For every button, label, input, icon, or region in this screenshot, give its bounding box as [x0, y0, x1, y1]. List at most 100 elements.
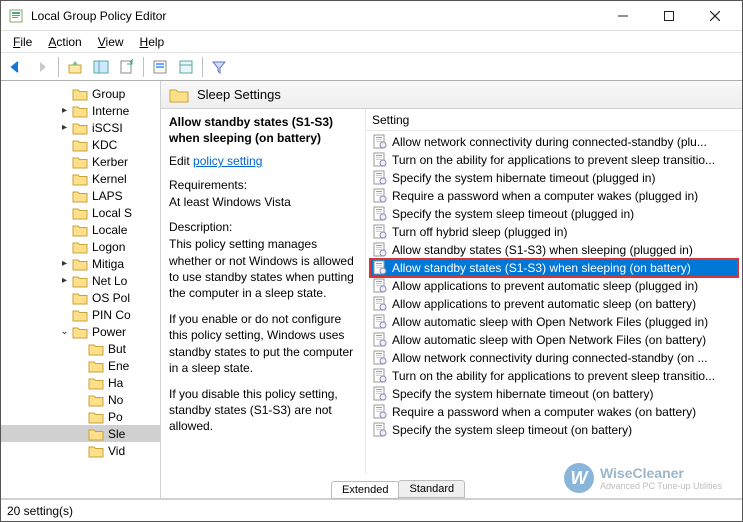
expander-icon[interactable]	[59, 241, 70, 252]
setting-row[interactable]: Require a password when a computer wakes…	[370, 187, 738, 205]
menu-help[interactable]: Help	[132, 33, 173, 51]
setting-row[interactable]: Allow standby states (S1-S3) when sleepi…	[370, 241, 738, 259]
folder-icon	[88, 342, 104, 356]
setting-row[interactable]: Specify the system sleep timeout (plugge…	[370, 205, 738, 223]
setting-row[interactable]: Allow applications to prevent automatic …	[370, 295, 738, 313]
tree-item[interactable]: Po	[1, 408, 160, 425]
setting-row[interactable]: Allow standby states (S1-S3) when sleepi…	[370, 259, 738, 277]
setting-row[interactable]: Specify the system hibernate timeout (on…	[370, 385, 738, 403]
folder-icon	[72, 274, 88, 288]
tree-item-label: Locale	[92, 223, 127, 237]
tree-item[interactable]: Kernel	[1, 170, 160, 187]
menu-bar: File Action View Help	[1, 31, 742, 53]
expander-icon[interactable]	[59, 173, 70, 184]
export-button[interactable]	[115, 55, 139, 79]
setting-row[interactable]: Allow network connectivity during connec…	[370, 349, 738, 367]
close-button[interactable]	[692, 1, 738, 31]
edit-policy-link[interactable]: policy setting	[193, 154, 262, 168]
expander-icon[interactable]: ▸	[59, 275, 70, 286]
expander-icon[interactable]	[59, 190, 70, 201]
tree-item[interactable]: LAPS	[1, 187, 160, 204]
policy-icon	[372, 224, 388, 240]
expander-icon[interactable]	[59, 207, 70, 218]
setting-row[interactable]: Allow network connectivity during connec…	[370, 133, 738, 151]
folder-icon	[88, 393, 104, 407]
tab-standard[interactable]: Standard	[398, 480, 465, 498]
tree-item[interactable]: Group	[1, 85, 160, 102]
settings-list[interactable]: Allow network connectivity during connec…	[366, 131, 742, 474]
maximize-button[interactable]	[646, 1, 692, 31]
tree-item[interactable]: Logon	[1, 238, 160, 255]
tree-item[interactable]: Ha	[1, 374, 160, 391]
tree-item[interactable]: KDC	[1, 136, 160, 153]
setting-label: Allow automatic sleep with Open Network …	[392, 333, 706, 347]
expander-icon[interactable]: ⌄	[59, 326, 70, 337]
setting-label: Specify the system sleep timeout (plugge…	[392, 207, 634, 221]
tab-extended[interactable]: Extended	[331, 481, 399, 499]
filter-button[interactable]	[207, 55, 231, 79]
properties-button[interactable]	[174, 55, 198, 79]
tree-item[interactable]: Ene	[1, 357, 160, 374]
tree-item[interactable]: Local S	[1, 204, 160, 221]
tree-item[interactable]: No	[1, 391, 160, 408]
tree-item[interactable]: Locale	[1, 221, 160, 238]
expander-icon[interactable]: ▸	[59, 258, 70, 269]
tree-item-label: OS Pol	[92, 291, 130, 305]
setting-row[interactable]: Turn off hybrid sleep (plugged in)	[370, 223, 738, 241]
menu-action[interactable]: Action	[40, 33, 89, 51]
policy-icon	[372, 350, 388, 366]
show-hide-tree-button[interactable]	[89, 55, 113, 79]
setting-row[interactable]: Specify the system sleep timeout (on bat…	[370, 421, 738, 439]
tree-item-label: Local S	[92, 206, 132, 220]
forward-button[interactable]	[30, 55, 54, 79]
menu-view[interactable]: View	[90, 33, 132, 51]
tree-item[interactable]: Sle	[1, 425, 160, 442]
tree-item[interactable]: ▸iSCSI	[1, 119, 160, 136]
status-text: 20 setting(s)	[7, 504, 73, 518]
expander-icon[interactable]: ▸	[59, 122, 70, 133]
expander-icon[interactable]	[59, 156, 70, 167]
setting-row[interactable]: Allow automatic sleep with Open Network …	[370, 313, 738, 331]
details-pane: Sleep Settings Allow standby states (S1-…	[161, 81, 742, 498]
tree-item-label: PIN Co	[92, 308, 131, 322]
tree-item[interactable]: OS Pol	[1, 289, 160, 306]
tree-item[interactable]: Kerber	[1, 153, 160, 170]
folder-icon	[72, 172, 88, 186]
menu-file[interactable]: File	[5, 33, 40, 51]
folder-icon	[88, 376, 104, 390]
setting-row[interactable]: Require a password when a computer wakes…	[370, 403, 738, 421]
tree-item[interactable]: ▸Mitiga	[1, 255, 160, 272]
expander-icon[interactable]	[59, 139, 70, 150]
tree-item[interactable]: PIN Co	[1, 306, 160, 323]
refresh-button[interactable]	[148, 55, 172, 79]
setting-row[interactable]: Turn on the ability for applications to …	[370, 151, 738, 169]
requirements-label: Requirements:	[169, 178, 357, 192]
window-title: Local Group Policy Editor	[31, 9, 600, 23]
tree-item-label: Po	[108, 410, 123, 424]
setting-row[interactable]: Allow automatic sleep with Open Network …	[370, 331, 738, 349]
back-button[interactable]	[4, 55, 28, 79]
settings-column-header[interactable]: Setting	[366, 109, 742, 131]
expander-icon[interactable]	[59, 292, 70, 303]
setting-label: Allow network connectivity during connec…	[392, 135, 707, 149]
tree-item[interactable]: ▸Net Lo	[1, 272, 160, 289]
folder-icon	[88, 427, 104, 441]
folder-icon	[72, 291, 88, 305]
tree-item[interactable]: Vid	[1, 442, 160, 459]
policy-icon	[372, 296, 388, 312]
up-button[interactable]	[63, 55, 87, 79]
expander-icon[interactable]: ▸	[59, 105, 70, 116]
minimize-button[interactable]	[600, 1, 646, 31]
tree-item[interactable]: ⌄Power	[1, 323, 160, 340]
expander-icon[interactable]	[59, 88, 70, 99]
expander-icon[interactable]	[59, 224, 70, 235]
tree-item[interactable]: ▸Interne	[1, 102, 160, 119]
setting-row[interactable]: Allow applications to prevent automatic …	[370, 277, 738, 295]
tree-item[interactable]: But	[1, 340, 160, 357]
setting-row[interactable]: Specify the system hibernate timeout (pl…	[370, 169, 738, 187]
expander-icon[interactable]	[59, 309, 70, 320]
app-icon	[9, 8, 25, 24]
nav-tree[interactable]: Group▸Interne▸iSCSIKDCKerberKernelLAPS Lo…	[1, 81, 161, 498]
setting-label: Specify the system hibernate timeout (pl…	[392, 171, 655, 185]
setting-row[interactable]: Turn on the ability for applications to …	[370, 367, 738, 385]
